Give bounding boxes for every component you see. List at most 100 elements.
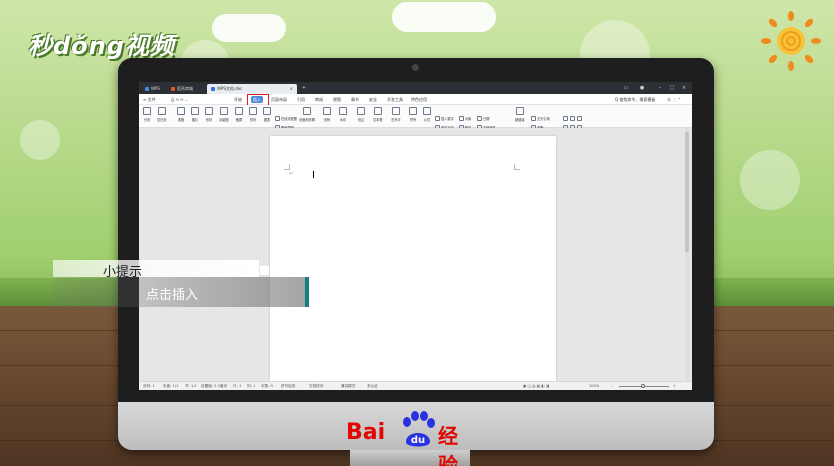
table-button[interactable]: 表格 <box>177 107 185 122</box>
status-page: 页码: 1 <box>143 384 155 388</box>
shape-icon <box>205 107 213 115</box>
watermark-button[interactable]: 水印 <box>339 107 347 122</box>
spell-check-toggle[interactable]: 拼写检查 <box>281 383 295 390</box>
zoom-level[interactable]: 100% <box>589 383 599 390</box>
zoom-slider-knob[interactable] <box>641 384 645 388</box>
cert-status[interactable]: 未认证 <box>367 383 378 390</box>
menu-chapter[interactable]: 章节 <box>351 96 359 103</box>
document-page[interactable]: ↵ <box>270 136 556 381</box>
page-break-button[interactable]: 分页 <box>143 107 151 122</box>
picture-icon <box>191 107 199 115</box>
tab-wps-home[interactable]: WPS <box>141 84 165 94</box>
avatar[interactable]: ● <box>639 85 645 91</box>
text-cursor <box>313 171 314 178</box>
sun-icon <box>761 11 821 71</box>
screenshot-icon <box>235 107 243 115</box>
menu-special[interactable]: 特色应用 <box>411 96 427 103</box>
compat-mode: 兼容模式 <box>341 384 356 388</box>
page-break-icon <box>143 107 151 115</box>
tip-decoration <box>260 266 269 275</box>
wps-logo-icon <box>145 87 149 91</box>
header-footer-button[interactable]: 页眉和页脚 <box>299 107 315 122</box>
text-box-icon <box>373 107 382 115</box>
menu-developer[interactable]: 开发工具 <box>387 96 403 103</box>
view-mode-icons[interactable]: ▣ ◫ ▤ ▦ ◧ ◨ <box>523 383 549 390</box>
scrollbar-thumb[interactable] <box>685 132 689 252</box>
docer-icon <box>171 87 175 91</box>
command-search[interactable]: Q 查找命令、搜索模板 <box>615 96 655 103</box>
paragraph-mark-icon: ↵ <box>289 171 294 177</box>
status-bar: 页码: 1 页面: 1/1 节: 1/1 设置值: 2.5厘米 行: 1 列: … <box>139 381 692 390</box>
document-canvas[interactable]: ↵ <box>139 128 692 381</box>
document-icon <box>211 87 215 91</box>
formula-button[interactable]: 公式 <box>423 107 431 122</box>
menu-security[interactable]: 安全 <box>369 96 377 103</box>
background-bokeh <box>740 150 800 210</box>
cross-reference-icon <box>531 116 536 121</box>
zoom-in-icon[interactable]: + <box>673 383 676 390</box>
blank-page-icon <box>157 107 166 115</box>
baidu-paw-icon: du <box>403 411 435 447</box>
menu-home[interactable]: 开始 <box>234 96 242 103</box>
menu-references[interactable]: 引用 <box>297 96 305 103</box>
status-section: 节: 1/1 <box>185 384 197 388</box>
shapes-button[interactable]: 形状 <box>249 107 257 122</box>
tab-document[interactable]: WPS文档.doc × <box>207 84 297 94</box>
help-icons[interactable]: ⓪ ⋮ ⌃ <box>667 96 681 103</box>
page-number-icon <box>323 107 331 115</box>
close-tab-icon[interactable]: × <box>290 84 293 94</box>
menu-view[interactable]: 视图 <box>333 96 341 103</box>
margin-corner-mark <box>514 164 520 170</box>
link-icon <box>515 107 524 115</box>
minimize-icon[interactable]: – <box>657 85 663 91</box>
status-pages: 页面: 1/1 <box>163 384 179 388</box>
tip-instruction-bar: 点击插入 <box>53 277 305 307</box>
menu-review[interactable]: 审阅 <box>315 96 323 103</box>
background-cloud <box>392 2 496 32</box>
margin-corner-mark <box>284 164 290 170</box>
function-chart-icon <box>219 107 228 115</box>
status-col: 列: 1 <box>247 384 256 388</box>
screenshot-button[interactable]: 截屏 <box>235 107 243 122</box>
table-icon <box>177 107 185 115</box>
title-bar: WPS 稻壳商城 WPS文档.doc × + ▭ ● – □ × <box>139 82 692 94</box>
doc-check-toggle[interactable]: 文档校对 <box>309 383 323 390</box>
chart-icon <box>263 107 271 115</box>
symbol-button[interactable]: 符号 <box>409 107 417 122</box>
maximize-icon[interactable]: □ <box>669 85 675 91</box>
quick-access-icons[interactable]: ⎙ ⟲ ⟳ ⌄ <box>171 96 188 103</box>
zoom-out-icon[interactable]: – <box>611 383 613 390</box>
tip-accent-bar <box>305 277 309 307</box>
picture-button[interactable]: 图片 <box>191 107 199 122</box>
tip-instruction: 点击插入 <box>146 288 199 303</box>
menu-page-layout[interactable]: 页面布局 <box>271 96 287 103</box>
status-setting: 设置值: 2.5厘米 <box>201 384 228 388</box>
header-footer-icon <box>302 107 311 115</box>
menu-file[interactable]: ≡ 文件 <box>143 96 156 103</box>
page-number-button[interactable]: 页码 <box>323 107 331 122</box>
menu-bar: ≡ 文件 ⎙ ⟲ ⟳ ⌄ 开始 插入 页面布局 引用 审阅 视图 章节 安全 开… <box>139 94 692 105</box>
chart-button[interactable]: 图表 <box>263 107 271 122</box>
vertical-scrollbar[interactable] <box>685 128 689 381</box>
close-icon[interactable]: × <box>681 85 687 91</box>
shape-button[interactable]: 形状 <box>205 107 213 122</box>
function-chart-button[interactable]: 功能图 <box>219 107 229 122</box>
text-box-button[interactable]: 文本框 <box>373 107 383 122</box>
hyperlink-button[interactable]: 超链接 <box>515 107 525 122</box>
webcam-icon <box>412 64 419 71</box>
cross-reference-button[interactable]: 交叉引用 <box>531 108 550 127</box>
tip-title-bar: 小提示 <box>53 260 259 280</box>
word-art-button[interactable]: 艺术字 <box>391 107 401 122</box>
tab-docer-store[interactable]: 稻壳商城 <box>167 84 205 94</box>
blank-page-button[interactable]: 空白页 <box>157 107 167 122</box>
watermark-icon <box>339 107 347 115</box>
comment-button[interactable]: 批注 <box>357 107 365 122</box>
pi-icon <box>423 107 431 115</box>
new-tab-icon[interactable]: + <box>301 85 307 91</box>
layout-icon[interactable]: ▭ <box>623 85 629 91</box>
ribbon-toolbar: 分页 空白页 表格 图片 形状 功能图 截屏 形状 图表 在线流程图 思维导图 … <box>139 105 692 130</box>
word-art-icon <box>391 107 400 115</box>
status-words[interactable]: 字数: 0 <box>261 383 273 390</box>
watermark-logo: 秒dǒng视频 <box>28 32 175 60</box>
comment-icon <box>357 107 365 115</box>
